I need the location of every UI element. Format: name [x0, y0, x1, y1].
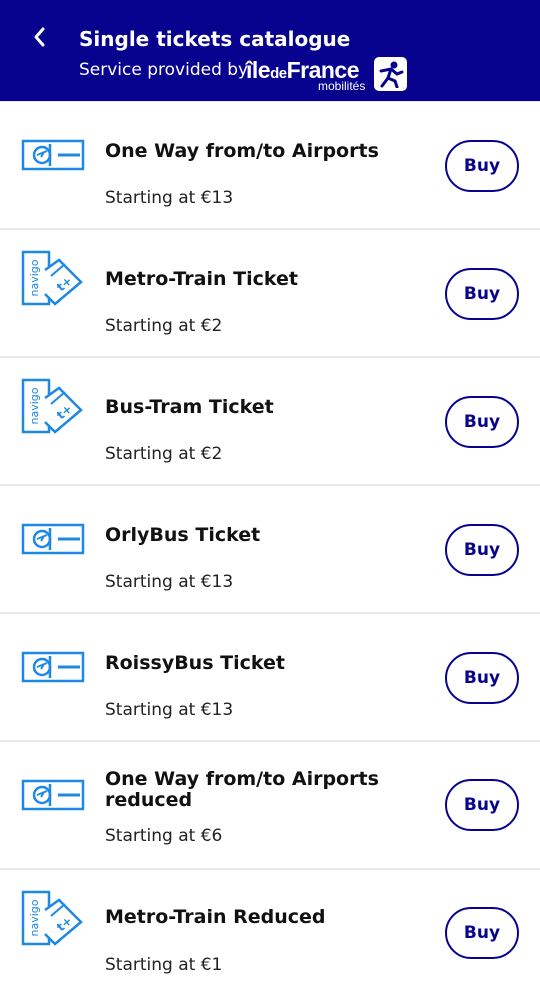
- brand-mobilites: mobilités: [318, 79, 366, 93]
- app-header: Single tickets catalogue Service provide…: [0, 0, 540, 101]
- buy-button[interactable]: Buy: [445, 524, 519, 576]
- list-item[interactable]: RoissyBus Ticket Starting at €13 Buy: [0, 614, 540, 740]
- ticket-price: Starting at €2: [105, 316, 223, 336]
- ticket-name: One Way from/to Airports: [105, 140, 379, 162]
- navigo-ticket-icon: navigo t+: [21, 250, 83, 306]
- airport-ticket-icon: [21, 139, 85, 171]
- service-provider-text: Service provided by: [79, 60, 249, 80]
- ticket-name: Metro-Train Reduced: [105, 906, 326, 928]
- buy-button[interactable]: Buy: [445, 140, 519, 192]
- navigo-ticket-icon: navigo t+: [21, 890, 83, 946]
- brand-de: de: [270, 65, 287, 82]
- page-title: Single tickets catalogue: [79, 27, 351, 51]
- buy-button[interactable]: Buy: [445, 907, 519, 959]
- ticket-name: RoissyBus Ticket: [105, 652, 285, 674]
- navigo-ticket-icon: navigo t+: [21, 378, 83, 434]
- ticket-price: Starting at €1: [105, 955, 223, 975]
- buy-button[interactable]: Buy: [445, 396, 519, 448]
- walking-person-icon: [374, 57, 407, 91]
- airport-ticket-icon: [21, 779, 85, 811]
- idf-mobilites-logo: îledeFrance mobilités: [246, 57, 411, 93]
- list-item[interactable]: One Way from/to Airports reduced Startin…: [0, 742, 540, 868]
- list-item[interactable]: navigo t+ Metro-Train Ticket Starting at…: [0, 230, 540, 356]
- ticket-name: OrlyBus Ticket: [105, 524, 261, 546]
- ticket-price: Starting at €13: [105, 700, 234, 720]
- ticket-price: Starting at €13: [105, 572, 234, 592]
- svg-text:navigo: navigo: [28, 899, 41, 936]
- ticket-price: Starting at €2: [105, 444, 223, 464]
- airport-ticket-icon: [21, 651, 85, 683]
- buy-button[interactable]: Buy: [445, 268, 519, 320]
- chevron-left-icon: [34, 27, 45, 47]
- ticket-price: Starting at €13: [105, 188, 234, 208]
- list-item[interactable]: One Way from/to Airports Starting at €13…: [0, 102, 540, 228]
- list-item[interactable]: navigo t+ Metro-Train Reduced Starting a…: [0, 870, 540, 996]
- buy-button[interactable]: Buy: [445, 779, 519, 831]
- list-item[interactable]: navigo t+ Bus-Tram Ticket Starting at €2…: [0, 358, 540, 484]
- back-button[interactable]: [24, 22, 54, 52]
- svg-text:navigo: navigo: [28, 387, 41, 424]
- ticket-price: Starting at €6: [105, 826, 223, 846]
- svg-text:navigo: navigo: [28, 259, 41, 296]
- ticket-name: Metro-Train Ticket: [105, 268, 298, 290]
- brand-ile: île: [246, 57, 271, 83]
- buy-button[interactable]: Buy: [445, 652, 519, 704]
- airport-ticket-icon: [21, 523, 85, 555]
- list-item[interactable]: OrlyBus Ticket Starting at €13 Buy: [0, 486, 540, 612]
- ticket-name: Bus-Tram Ticket: [105, 396, 274, 418]
- ticket-name: One Way from/to Airports reduced: [105, 768, 379, 811]
